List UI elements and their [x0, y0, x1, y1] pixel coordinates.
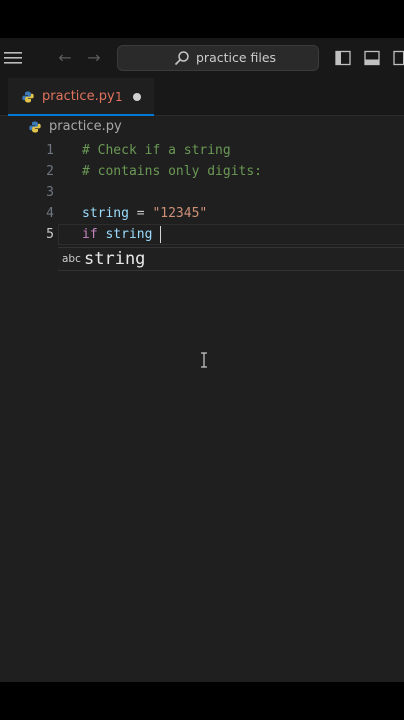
suggestion-widget[interactable]: abc string: [58, 247, 404, 271]
word-suggestion-icon: abc: [62, 253, 81, 265]
problem-count-badge: 1: [115, 90, 123, 104]
code-text: # contains only digits:: [82, 163, 262, 180]
code-text: # Check if a string: [82, 142, 231, 159]
arrow-left-icon[interactable]: ←: [56, 48, 74, 68]
bottom-letterbox: [0, 682, 404, 720]
suggestion-item[interactable]: string: [84, 248, 145, 270]
line-number: 1: [46, 143, 54, 158]
tab-filename: practice.py: [42, 89, 115, 104]
code-line-active: 5 if string: [0, 224, 404, 245]
search-text: practice files: [196, 50, 277, 65]
arrow-right-icon[interactable]: →: [85, 48, 103, 68]
toggle-panel-icon[interactable]: [364, 50, 380, 66]
code-line: 4 string = "12345": [0, 203, 404, 224]
breadcrumb-file[interactable]: practice.py: [49, 119, 122, 135]
command-center-search[interactable]: practice files: [117, 45, 319, 71]
keyword-token: if: [82, 227, 98, 242]
string-token: "12345": [152, 206, 208, 221]
unsaved-dot-icon[interactable]: [133, 93, 141, 101]
comment-token: # Check if a string: [82, 143, 231, 158]
text-cursor: [160, 226, 161, 243]
code-line: 3: [0, 182, 404, 203]
code-line: 2 # contains only digits:: [0, 161, 404, 182]
python-icon: [22, 91, 34, 103]
menu-icon[interactable]: [4, 50, 22, 66]
code-text: if string: [82, 226, 152, 243]
line-number: 2: [46, 164, 54, 179]
ibeam-cursor-icon: [201, 352, 207, 368]
title-bar: ← → practice files: [0, 38, 404, 78]
breadcrumb: practice.py: [0, 116, 404, 138]
toggle-secondary-sidebar-icon[interactable]: [393, 50, 404, 66]
comment-token: # contains only digits:: [82, 164, 263, 179]
code-text: string = "12345": [82, 205, 207, 222]
editor-window: ← → practice files practice.py 1 practic…: [0, 38, 404, 682]
line-number: 5: [46, 227, 54, 242]
code-editor[interactable]: 1 # Check if a string 2 # contains only …: [0, 138, 404, 682]
code-line: 1 # Check if a string: [0, 140, 404, 161]
toggle-sidebar-icon[interactable]: [335, 50, 351, 66]
variable-token: string: [97, 227, 153, 242]
search-icon: [174, 51, 189, 66]
variable-token: string: [82, 206, 129, 221]
line-number: 4: [46, 206, 54, 221]
python-icon: [29, 121, 41, 133]
operator-token: =: [128, 206, 153, 221]
tab-bar: practice.py 1: [0, 78, 404, 116]
tab-practice-py[interactable]: practice.py 1: [8, 78, 154, 116]
top-letterbox: [0, 0, 404, 38]
line-number: 3: [46, 185, 54, 200]
